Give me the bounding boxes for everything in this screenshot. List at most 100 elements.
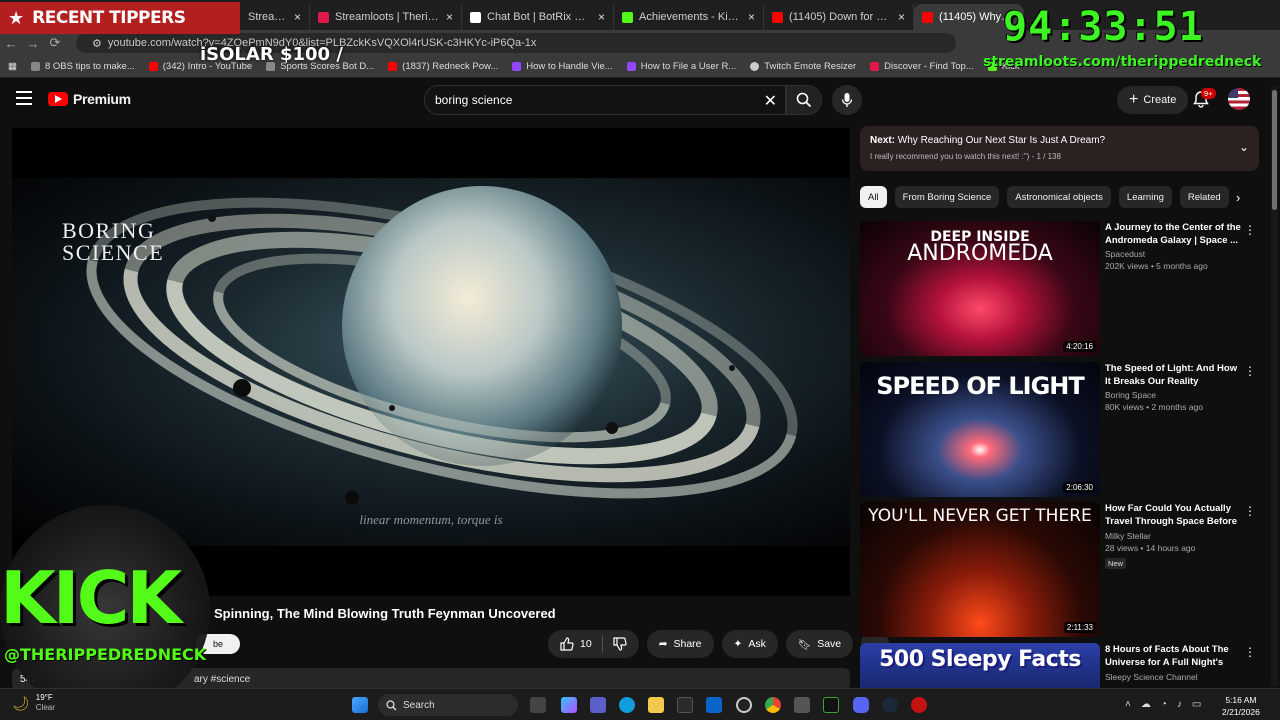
- youtube-icon: [148, 62, 158, 71]
- close-icon[interactable]: ×: [748, 10, 755, 24]
- outlook-icon[interactable]: [706, 697, 722, 713]
- back-icon[interactable]: ←: [0, 36, 22, 51]
- recommended-video[interactable]: DEEP INSIDE ANDROMEDA 4:20:16 A Journey …: [860, 221, 1260, 356]
- video-thumbnail[interactable]: 500 Sleepy Facts: [860, 643, 1100, 688]
- create-button[interactable]: + Create: [1117, 86, 1189, 114]
- record-icon[interactable]: [911, 697, 927, 713]
- ask-label: Ask: [748, 638, 766, 650]
- start-icon[interactable]: [352, 697, 368, 713]
- browser-tab[interactable]: Chat Bot | BotRix — Cloud St ×: [462, 4, 614, 30]
- youtube-header: Premium boring science ✕ + Create 9+: [0, 79, 1280, 121]
- copilot-icon[interactable]: [561, 697, 577, 713]
- clear-icon[interactable]: ✕: [764, 91, 777, 111]
- video-title[interactable]: How Far Could You Actually Travel Throug…: [1105, 502, 1245, 529]
- search-button[interactable]: [786, 85, 822, 115]
- more-vert-icon[interactable]: ⋮: [1244, 504, 1256, 518]
- chevron-down-icon[interactable]: ⌄: [1239, 140, 1249, 154]
- close-icon[interactable]: ×: [294, 10, 301, 24]
- video-duration: 4:20:16: [1063, 341, 1096, 352]
- moon-icon: 🌙︎: [12, 694, 30, 711]
- teams-icon[interactable]: [590, 697, 606, 713]
- terminal-icon[interactable]: [823, 697, 839, 713]
- bookmark[interactable]: How to File a User R...: [626, 61, 736, 72]
- chip-all[interactable]: All: [860, 186, 887, 208]
- share-button[interactable]: ➦ Share: [646, 630, 714, 658]
- microphone-icon: [841, 93, 853, 107]
- taskbar-search[interactable]: Search: [378, 694, 518, 716]
- bookmark[interactable]: Discover - Find Top...: [870, 61, 974, 72]
- voice-search-button[interactable]: [832, 85, 862, 115]
- chip-related[interactable]: Related: [1179, 186, 1229, 208]
- recommended-video[interactable]: YOU'LL NEVER GET THERE 2:11:33 How Far C…: [860, 502, 1260, 637]
- youtube-logo[interactable]: Premium: [48, 91, 131, 107]
- video-title[interactable]: A Journey to the Center of the Andromeda…: [1105, 221, 1245, 247]
- save-button[interactable]: 🔖︎ Save: [785, 630, 854, 658]
- avatar[interactable]: [1228, 88, 1250, 110]
- twitch-icon: [626, 62, 636, 71]
- bookmark[interactable]: 8 OBS tips to make...: [30, 61, 135, 72]
- search-input[interactable]: boring science ✕: [424, 85, 786, 115]
- bookmark[interactable]: Twitch Emote Resizer: [750, 61, 856, 72]
- settings-icon[interactable]: [794, 697, 810, 713]
- thumbnail-text: SPEED OF LIGHT: [876, 372, 1084, 400]
- search-label: Search: [403, 699, 435, 711]
- browser-tab[interactable]: StreamElements - rippedredn ×: [240, 4, 310, 30]
- chrome-icon[interactable]: [765, 697, 781, 713]
- thumbs-down-icon[interactable]: [613, 637, 627, 651]
- more-vert-icon[interactable]: ⋮: [1244, 364, 1256, 378]
- chevron-up-icon[interactable]: ˄: [1125, 699, 1131, 710]
- forward-icon[interactable]: →: [22, 36, 44, 51]
- video-thumbnail[interactable]: DEEP INSIDE ANDROMEDA 4:20:16: [860, 221, 1100, 356]
- system-clock[interactable]: 5:16 AM 2/21/2026: [1222, 694, 1260, 718]
- chevron-right-icon[interactable]: ›: [1236, 190, 1240, 205]
- close-icon[interactable]: ×: [446, 10, 453, 24]
- video-thumbnail[interactable]: YOU'LL NEVER GET THERE 2:11:33: [860, 502, 1100, 637]
- site-info-icon[interactable]: ⚙: [92, 37, 102, 50]
- close-icon[interactable]: ×: [598, 10, 605, 24]
- menu-icon[interactable]: [16, 91, 32, 105]
- browser-tab[interactable]: Streamloots | Therippedredne ×: [310, 4, 462, 30]
- reload-icon[interactable]: ⟳: [44, 35, 66, 51]
- close-icon[interactable]: ×: [898, 10, 905, 24]
- bookmark-label: Discover - Find Top...: [884, 61, 974, 72]
- scrollbar-thumb[interactable]: [1272, 90, 1277, 210]
- browser-tab[interactable]: (11405) Down for Love | Offici ×: [764, 4, 914, 30]
- more-vert-icon[interactable]: ⋮: [1244, 223, 1256, 237]
- more-vert-icon[interactable]: ⋮: [1244, 645, 1256, 659]
- chip-learning[interactable]: Learning: [1118, 186, 1172, 208]
- channel-name[interactable]: Boring Space: [1105, 390, 1245, 400]
- channel-name[interactable]: Spacedust: [1105, 249, 1245, 259]
- obs-icon[interactable]: [736, 697, 752, 713]
- like-button[interactable]: 10: [548, 630, 639, 658]
- video-info: 8 Hours of Facts About The Universe for …: [1105, 643, 1245, 682]
- bookmark[interactable]: (1837) Redneck Pow...: [388, 61, 498, 72]
- steam-icon[interactable]: [882, 697, 898, 713]
- video-thumbnail[interactable]: SPEED OF LIGHT 2:06:30: [860, 362, 1100, 497]
- video-title[interactable]: 8 Hours of Facts About The Universe for …: [1105, 643, 1245, 670]
- volume-icon[interactable]: ♪: [1177, 699, 1182, 710]
- store-icon[interactable]: [677, 697, 693, 713]
- recommended-video[interactable]: SPEED OF LIGHT 2:06:30 The Speed of Ligh…: [860, 362, 1260, 497]
- discord-icon[interactable]: [853, 697, 869, 713]
- weather-widget[interactable]: 🌙︎ 19°F Clear: [12, 693, 55, 713]
- chip-astronomical-objects[interactable]: Astronomical objects: [1007, 186, 1111, 208]
- recommended-video[interactable]: 500 Sleepy Facts 8 Hours of Facts About …: [860, 643, 1260, 688]
- apps-icon[interactable]: ▦: [8, 61, 17, 72]
- channel-name[interactable]: Sleepy Science Channel: [1105, 672, 1245, 682]
- task-view-icon[interactable]: [530, 697, 546, 713]
- video-title[interactable]: The Speed of Light: And How It Breaks Ou…: [1105, 362, 1245, 388]
- battery-icon[interactable]: ▭: [1192, 699, 1201, 710]
- recent-tippers-banner: ★ RECENT TIPPERS: [0, 2, 240, 34]
- channel-name[interactable]: Milky Stellar: [1105, 531, 1245, 541]
- file-explorer-icon[interactable]: [648, 697, 664, 713]
- ask-button[interactable]: ✦ Ask: [721, 630, 778, 658]
- bookmark[interactable]: How to Handle Vie...: [512, 61, 613, 72]
- browser-tab[interactable]: Achievements - Kick Dashboa ×: [614, 4, 764, 30]
- windows-taskbar: 🌙︎ 19°F Clear Search ˄ ☁ ◔ ♪ ▭ 5:16 AM 2…: [0, 688, 1280, 720]
- watermark-line: SCIENCE: [62, 240, 165, 265]
- playlist-next-panel[interactable]: Next: Why Reaching Our Next Star Is Just…: [860, 126, 1259, 171]
- cloud-icon[interactable]: ☁: [1141, 699, 1151, 710]
- edge-icon[interactable]: [619, 697, 635, 713]
- chip-from-boring-science[interactable]: From Boring Science: [894, 186, 1000, 208]
- wifi-icon[interactable]: ◔: [1161, 699, 1167, 710]
